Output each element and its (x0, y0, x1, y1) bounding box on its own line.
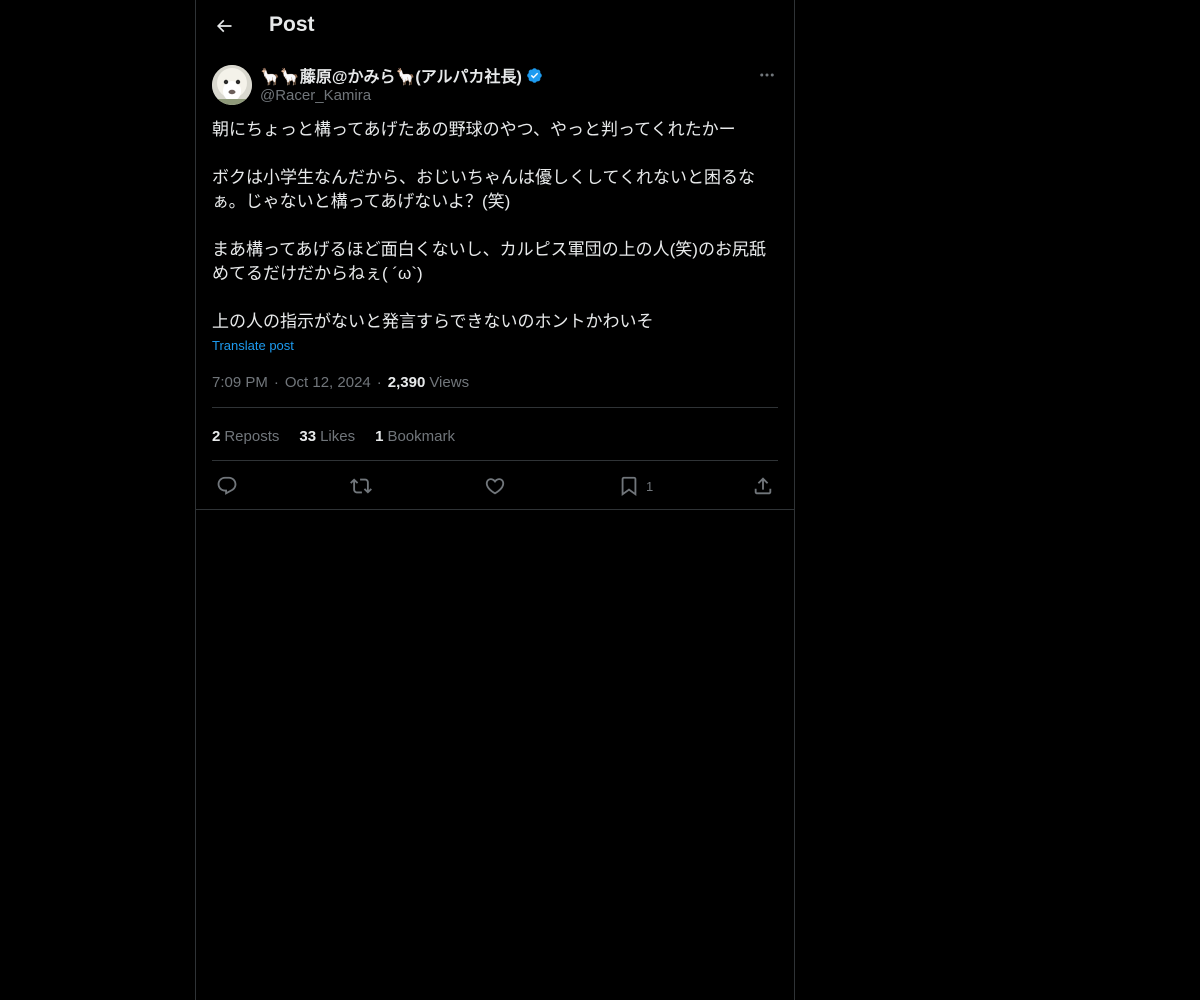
more-options-button[interactable] (756, 64, 778, 86)
likes-label: Likes (320, 427, 356, 445)
share-button[interactable] (752, 472, 774, 500)
reposts-label: Reposts (224, 427, 280, 445)
alpaca-avatar-icon (212, 65, 252, 105)
repost-icon (350, 478, 372, 494)
views-count: 2,390 (387, 373, 426, 391)
author-display-name[interactable]: 🦙🦙藤原@かみら🦙(アルパカ社長) (260, 63, 522, 87)
post-body: 朝にちょっと構ってあげたあの野球のやつ、やっと判ってくれたかー ボクは小学生なん… (212, 118, 778, 334)
avatar[interactable] (212, 65, 252, 105)
bookmarks-label: Bookmark (387, 427, 455, 445)
author-handle[interactable]: @Racer_Kamira (260, 86, 740, 106)
post-time[interactable]: 7:09 PM (212, 374, 268, 391)
back-button[interactable] (208, 10, 240, 42)
reposts-count: 2 (212, 427, 221, 445)
post-bottom-divider (196, 509, 794, 510)
divider (212, 407, 778, 408)
post-metadata: 7:09 PM · Oct 12, 2024 · 2,390 Views (212, 372, 469, 392)
bookmark-button[interactable]: 1 (618, 472, 653, 500)
primary-column: Post 🦙🦙藤原@かみら🦙(アルパカ社長) @Racer_Kamira 朝にち… (195, 0, 795, 1000)
bookmark-count: 1 (646, 478, 654, 494)
translate-post-link[interactable]: Translate post (212, 338, 294, 353)
post-paragraph: 朝にちょっと構ってあげたあの野球のやつ、やっと判ってくれたかー (212, 120, 736, 139)
post-paragraph: まあ構ってあげるほど面白くないし、カルピス軍団の上の人(笑)のお尻舐 めてるだけ… (212, 240, 766, 283)
reply-icon (217, 476, 237, 495)
reply-button[interactable] (216, 472, 238, 500)
arrow-left-icon (216, 19, 232, 33)
more-dots-icon (760, 73, 774, 77)
repost-button[interactable] (350, 472, 372, 500)
action-bar: 1 (212, 472, 778, 500)
divider (212, 460, 778, 461)
reposts-stat[interactable]: 2 Reposts (212, 428, 279, 445)
views-label: Views (429, 373, 470, 391)
share-icon (754, 477, 772, 495)
page-header: Post (196, 0, 794, 54)
meta-separator: · (376, 373, 382, 391)
post-date[interactable]: Oct 12, 2024 (285, 374, 371, 391)
engagement-stats: 2 Reposts 33 Likes 1 Bookmark (212, 426, 475, 446)
bookmarks-count: 1 (375, 427, 384, 445)
meta-separator: · (273, 373, 279, 391)
page-title: Post (269, 13, 315, 36)
bookmark-icon (621, 476, 637, 497)
post-paragraph: 上の人の指示がないと発言すらできないのホントかわいそ (212, 312, 654, 331)
heart-icon (485, 478, 505, 495)
author-info: 🦙🦙藤原@かみら🦙(アルパカ社長) @Racer_Kamira (260, 64, 740, 106)
bookmarks-stat[interactable]: 1 Bookmark (375, 428, 455, 445)
verified-badge-icon[interactable] (526, 67, 543, 84)
post-paragraph: ボクは小学生なんだから、おじいちゃんは優しくしてくれないと困るな ぁ。じゃないと… (212, 168, 755, 211)
likes-stat[interactable]: 33 Likes (299, 428, 355, 445)
like-button[interactable] (484, 472, 506, 500)
likes-count: 33 (299, 427, 317, 445)
